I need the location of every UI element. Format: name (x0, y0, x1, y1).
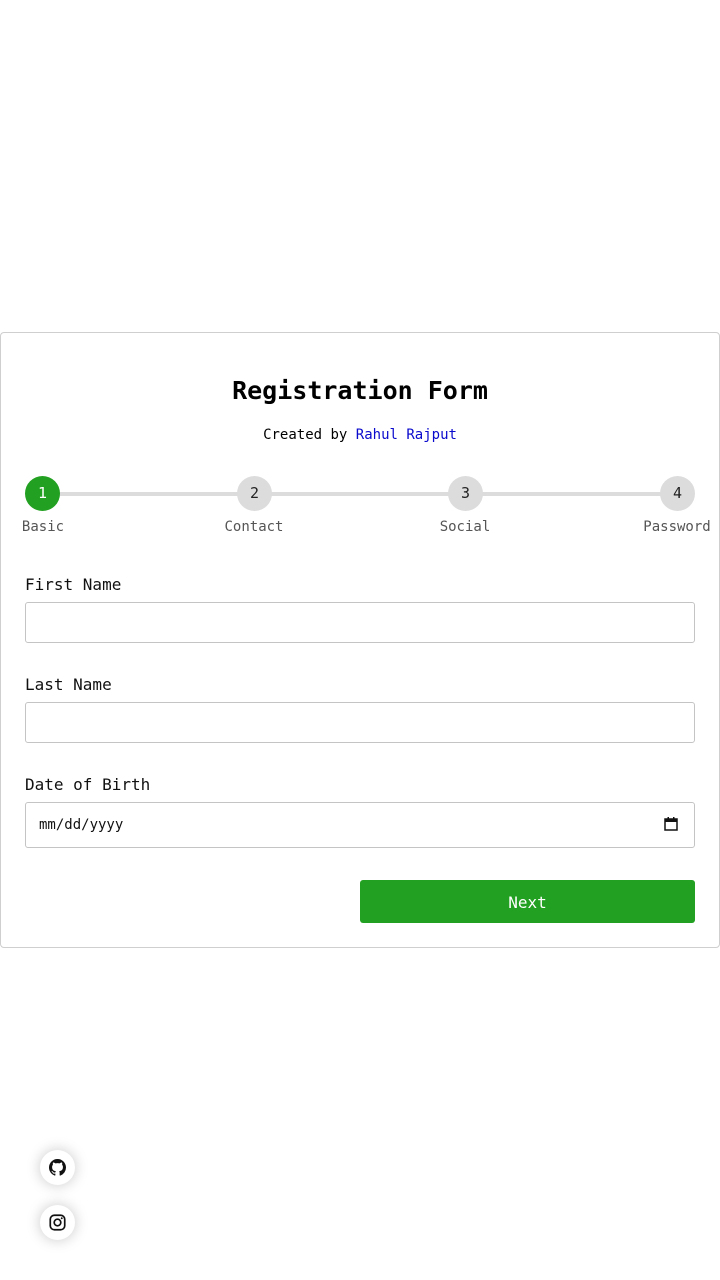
last-name-input[interactable] (25, 702, 695, 743)
progress-track (43, 492, 677, 496)
author-link[interactable]: Rahul Rajput (356, 427, 457, 443)
first-name-label: First Name (25, 575, 122, 594)
step-3-circle: 3 (448, 476, 483, 511)
step-3-label: Social (439, 519, 491, 535)
credit-prefix: Created by (263, 427, 356, 443)
step-4-label: Password (643, 519, 711, 535)
instagram-icon (49, 1214, 66, 1231)
form-title: Registration Form (232, 376, 488, 405)
credit-line: Created by Rahul Rajput (1, 426, 719, 444)
calendar-icon[interactable] (664, 817, 678, 831)
dob-placeholder: mm/dd/yyyy (39, 817, 124, 833)
instagram-link[interactable] (40, 1205, 75, 1240)
step-4-circle: 4 (660, 476, 695, 511)
last-name-label: Last Name (25, 675, 112, 694)
step-2-circle: 2 (237, 476, 272, 511)
github-icon (49, 1159, 66, 1176)
github-link[interactable] (40, 1150, 75, 1185)
step-1-circle: 1 (25, 476, 60, 511)
step-2-label: Contact (224, 519, 284, 535)
next-button[interactable]: Next (360, 880, 695, 923)
step-1-label: Basic (21, 519, 65, 535)
dob-input[interactable]: mm/dd/yyyy (25, 802, 695, 848)
registration-card: Registration Form Created by Rahul Rajpu… (0, 332, 720, 948)
first-name-input[interactable] (25, 602, 695, 643)
dob-label: Date of Birth (25, 775, 151, 794)
